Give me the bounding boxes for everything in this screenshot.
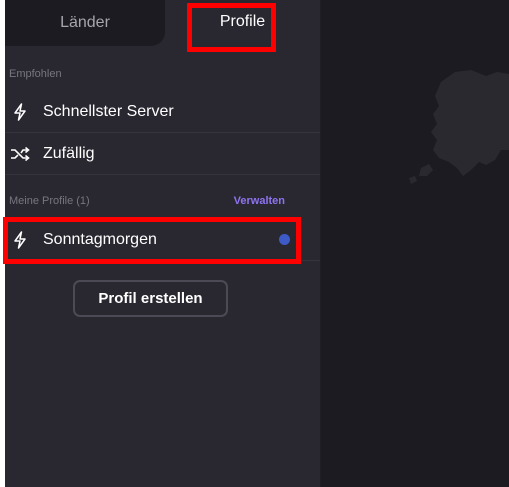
list-item-random[interactable]: Zufällig <box>5 133 320 175</box>
list-item-label: Schnellster Server <box>43 103 174 120</box>
shuffle-icon <box>10 144 30 164</box>
status-dot <box>279 234 290 245</box>
create-profile-button[interactable]: Profil erstellen <box>73 280 228 317</box>
list-item-label: Zufällig <box>43 145 95 162</box>
map-landmass <box>409 70 509 184</box>
divider <box>5 260 320 261</box>
section-label-recommended: Empfohlen <box>9 68 62 80</box>
bolt-icon <box>10 102 30 122</box>
tab-profiles[interactable]: Profile <box>165 0 320 46</box>
list-item-label: Sonntagmorgen <box>43 231 157 248</box>
sidebar: Länder Profile Empfohlen Schnellster Ser… <box>5 0 321 487</box>
section-label-my-profiles: Meine Profile (1) <box>9 195 90 207</box>
list-item-profile-sonntagmorgen[interactable]: Sonntagmorgen <box>5 219 320 261</box>
tab-countries-label: Länder <box>60 14 110 31</box>
world-map[interactable] <box>321 0 509 487</box>
divider <box>5 174 320 175</box>
tab-bar: Länder Profile <box>5 0 320 46</box>
tab-profiles-label: Profile <box>219 12 266 30</box>
app-window: Länder Profile Empfohlen Schnellster Ser… <box>0 0 509 487</box>
manage-profiles-link[interactable]: Verwalten <box>234 195 285 207</box>
bolt-icon <box>10 230 30 250</box>
list-item-fastest-server[interactable]: Schnellster Server <box>5 91 320 133</box>
tab-countries[interactable]: Länder <box>5 0 165 46</box>
